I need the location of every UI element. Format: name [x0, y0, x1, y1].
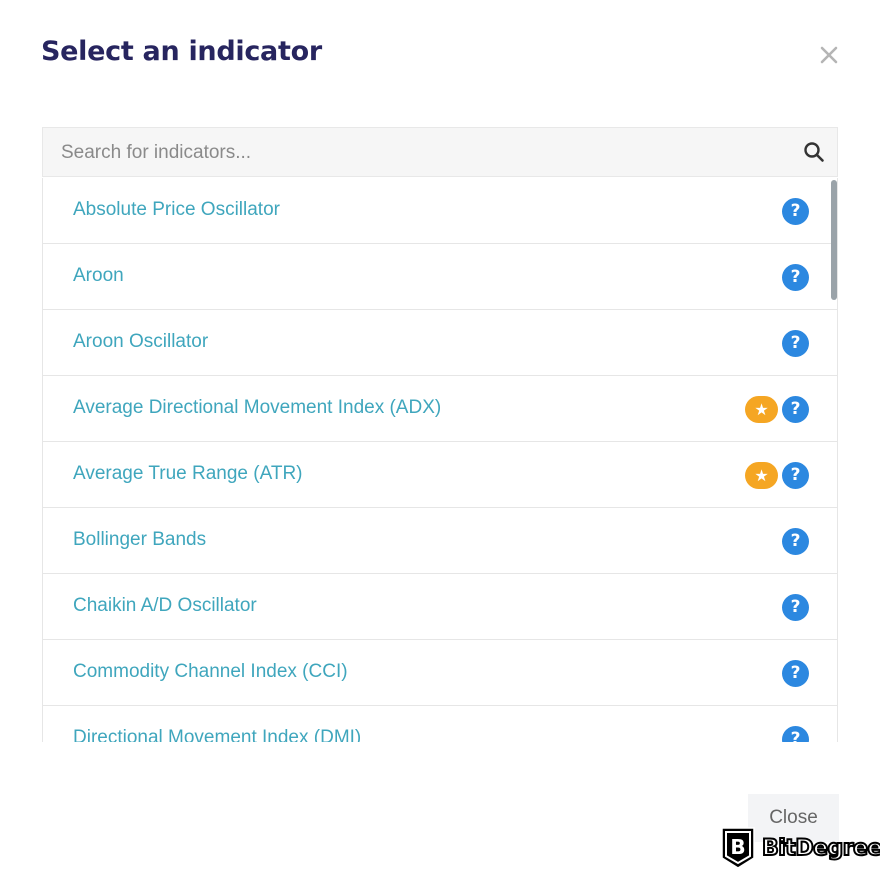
indicator-item[interactable]: Directional Movement Index (DMI) ?: [43, 706, 837, 742]
indicator-label: Directional Movement Index (DMI): [73, 727, 362, 742]
indicator-item[interactable]: Absolute Price Oscillator ?: [43, 178, 837, 244]
select-indicator-dialog: Select an indicator Absolute Price Oscil…: [0, 0, 880, 876]
indicator-item[interactable]: Bollinger Bands ?: [43, 508, 837, 574]
help-icon[interactable]: ?: [782, 528, 809, 555]
indicator-label: Average Directional Movement Index (ADX): [73, 397, 442, 418]
indicator-label: Bollinger Bands: [73, 529, 207, 550]
dialog-title: Select an indicator: [41, 36, 322, 67]
help-icon[interactable]: ?: [782, 198, 809, 225]
indicator-label: Aroon Oscillator: [73, 331, 209, 352]
watermark-text: BitDegree: [761, 835, 880, 862]
help-icon[interactable]: ?: [782, 264, 809, 291]
indicator-list-container: Absolute Price Oscillator ? Aroon ? Aroo…: [42, 178, 838, 742]
indicator-item[interactable]: Average True Range (ATR) ★ ?: [43, 442, 837, 508]
indicator-label: Average True Range (ATR): [73, 463, 303, 484]
indicator-item[interactable]: Average Directional Movement Index (ADX)…: [43, 376, 837, 442]
star-icon[interactable]: ★: [745, 462, 778, 489]
indicator-item[interactable]: Aroon ?: [43, 244, 837, 310]
help-icon[interactable]: ?: [782, 726, 809, 742]
indicator-label: Absolute Price Oscillator: [73, 199, 280, 220]
indicator-item[interactable]: Aroon Oscillator ?: [43, 310, 837, 376]
close-icon[interactable]: [816, 42, 842, 68]
bitdegree-watermark: B BitDegree: [720, 826, 880, 870]
help-icon[interactable]: ?: [782, 660, 809, 687]
indicator-item[interactable]: Chaikin A/D Oscillator ?: [43, 574, 837, 640]
search-box: [42, 127, 838, 178]
indicator-list: Absolute Price Oscillator ? Aroon ? Aroo…: [43, 178, 837, 742]
help-icon[interactable]: ?: [782, 462, 809, 489]
search-input[interactable]: [43, 128, 803, 178]
help-icon[interactable]: ?: [782, 330, 809, 357]
bitdegree-logo-icon: B: [721, 827, 755, 869]
help-icon[interactable]: ?: [782, 594, 809, 621]
list-scrollbar[interactable]: [831, 180, 837, 300]
indicator-label: Commodity Channel Index (CCI): [73, 661, 348, 682]
help-icon[interactable]: ?: [782, 396, 809, 423]
indicator-item[interactable]: Commodity Channel Index (CCI) ?: [43, 640, 837, 706]
star-icon[interactable]: ★: [745, 396, 778, 423]
indicator-label: Aroon: [73, 265, 124, 286]
search-icon[interactable]: [803, 141, 825, 163]
indicator-label: Chaikin A/D Oscillator: [73, 595, 257, 616]
logo-letter: B: [730, 835, 745, 859]
